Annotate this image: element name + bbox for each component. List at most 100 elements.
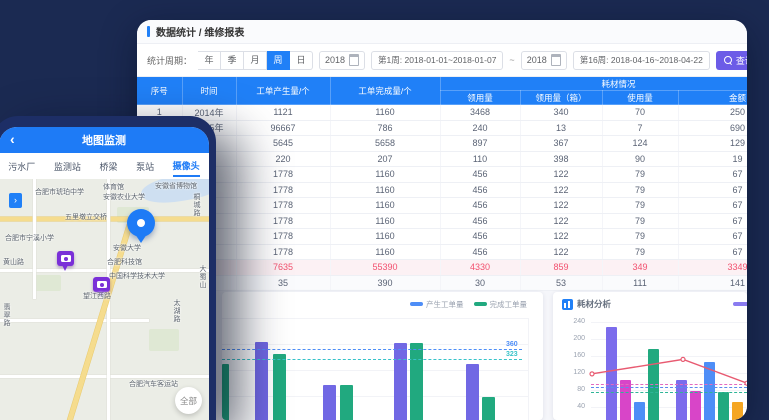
- col-header-seq: 序号: [137, 77, 182, 105]
- cell-value: 5658: [330, 136, 440, 152]
- phone-screen: ‹ 地图监测 污水厂监测站桥梁泵站摄像头 ›: [0, 127, 209, 420]
- breadcrumb-accent-bar: [147, 26, 150, 37]
- bar-产生工单量: [323, 385, 336, 420]
- reference-line: [222, 359, 522, 360]
- road: [0, 319, 149, 322]
- back-chevron-icon[interactable]: ‹: [10, 131, 15, 147]
- query-button-label: 查询: [736, 54, 747, 67]
- y-axis-tick-label: 40: [565, 403, 585, 410]
- reference-line: [222, 349, 522, 350]
- show-all-button[interactable]: 全部: [175, 387, 202, 414]
- average-value: 111: [602, 275, 678, 291]
- breadcrumb: 数据统计 / 维修报表: [137, 20, 747, 44]
- average-value: 53: [520, 275, 602, 291]
- total-value: 4330: [440, 260, 520, 276]
- cell-value: 1778: [236, 229, 330, 245]
- cell-value: 67: [678, 213, 747, 229]
- bar-完成工单量: [410, 343, 423, 420]
- road: [0, 375, 209, 378]
- cell-value: 79: [602, 198, 678, 214]
- table-row: 7 1778 1160 456 122 79 67: [137, 198, 747, 214]
- search-icon: [724, 56, 732, 64]
- camera-marker[interactable]: [57, 251, 74, 266]
- table-row: 4 220 207 110 398 90 19: [137, 151, 747, 167]
- average-value: 35: [236, 275, 330, 291]
- period-option-button[interactable]: 日: [290, 51, 313, 70]
- cell-value: 240: [440, 120, 520, 136]
- camera-lens-dot: [64, 257, 68, 261]
- end-week-range-box[interactable]: 第16周: 2018-04-16~2018-04-22: [573, 51, 710, 70]
- total-value: 3349: [678, 260, 747, 276]
- period-option-button[interactable]: 季: [221, 51, 244, 70]
- bar-完成工单量: [273, 354, 286, 420]
- map-layer-tab[interactable]: 摄像头: [173, 156, 200, 177]
- consumable-bar: [634, 402, 645, 420]
- cell-value: 1778: [236, 198, 330, 214]
- cell-value: 1160: [330, 167, 440, 183]
- end-year-select[interactable]: 2018: [521, 51, 567, 70]
- cell-value: 456: [440, 167, 520, 183]
- map-layer-tab[interactable]: 桥梁: [99, 157, 117, 176]
- table-row: 3 5645 5658 897 367 124 129: [137, 136, 747, 152]
- map-layer-tab[interactable]: 泵站: [136, 157, 154, 176]
- cell-value: 1160: [330, 213, 440, 229]
- start-year-select[interactable]: 2018: [319, 51, 365, 70]
- cell-value: 13: [520, 120, 602, 136]
- col-header-time: 时间: [182, 77, 236, 105]
- cell-value: 1121: [236, 105, 330, 121]
- cell-value: 79: [602, 167, 678, 183]
- map-place-label: 太湖路: [171, 299, 181, 323]
- cell-value: 90: [602, 151, 678, 167]
- average-value: 141: [678, 275, 747, 291]
- bar-产生工单量: [466, 364, 479, 420]
- cell-value: 690: [678, 120, 747, 136]
- map-place-label: 黄山路: [3, 257, 24, 267]
- cell-value: 456: [440, 182, 520, 198]
- table-row: 8 1778 1160 456 122 79 67: [137, 213, 747, 229]
- cell-value: 220: [236, 151, 330, 167]
- y-axis-tick-label: 200: [565, 335, 585, 342]
- reference-line: [591, 384, 747, 385]
- map-expand-icon[interactable]: ›: [9, 193, 22, 208]
- selected-camera-pin[interactable]: [127, 209, 155, 237]
- cell-value: 456: [440, 244, 520, 260]
- period-option-button[interactable]: 周: [267, 51, 290, 70]
- cell-value: 250: [678, 105, 747, 121]
- table-row: 1 2014年 1121 1160 3468 340 70 250: [137, 105, 747, 121]
- bar-产生工单量: [255, 342, 268, 420]
- map-canvas[interactable]: › 全部 体育馆安徽农业大学合肥市琥珀中学安徽省博物馆桐城路五里墩立交桥合肥市宁…: [0, 179, 209, 420]
- map-place-label: 安徽大学: [113, 243, 141, 253]
- report-table-body: 1 2014年 1121 1160 3468 340 70 250 2 2015…: [137, 105, 747, 260]
- cell-value: 110: [440, 151, 520, 167]
- start-week-range-box[interactable]: 第1周: 2018-01-01~2018-01-07: [371, 51, 503, 70]
- map-layer-tab[interactable]: 污水厂: [8, 157, 35, 176]
- col-header-completed: 工单完成量/个: [330, 77, 440, 105]
- camera-lens-dot: [100, 283, 104, 287]
- cell-value: 1778: [236, 244, 330, 260]
- average-value: 30: [440, 275, 520, 291]
- consumable-bar: [676, 380, 687, 420]
- cell-value: 96667: [236, 120, 330, 136]
- total-value: 859: [520, 260, 602, 276]
- cell-value: 67: [678, 167, 747, 183]
- cell-value: 1160: [330, 229, 440, 245]
- report-table-footer: 合计 7635 55390 4330 859 349 3349 平均值 35 3…: [137, 260, 747, 291]
- cell-value: 67: [678, 244, 747, 260]
- map-layer-tabs: 污水厂监测站桥梁泵站摄像头: [0, 153, 209, 179]
- period-option-button[interactable]: 年: [198, 51, 221, 70]
- cell-value: 122: [520, 167, 602, 183]
- period-option-button[interactable]: 月: [244, 51, 267, 70]
- reference-line: [591, 392, 747, 393]
- average-row: 平均值 35 390 30 53 111 141: [137, 275, 747, 291]
- cell-value: 1778: [236, 167, 330, 183]
- gridline: [591, 322, 747, 323]
- subcol-header: 领用量: [440, 91, 520, 105]
- gridline: [528, 318, 529, 420]
- park-block: [149, 329, 179, 351]
- query-button[interactable]: 查询: [716, 51, 747, 70]
- map-layer-tab[interactable]: 监测站: [54, 157, 81, 176]
- consumables-chart-plot: 2402001601208040: [553, 292, 747, 420]
- camera-marker[interactable]: [93, 277, 110, 292]
- cell-value: 122: [520, 198, 602, 214]
- cell-value: 67: [678, 198, 747, 214]
